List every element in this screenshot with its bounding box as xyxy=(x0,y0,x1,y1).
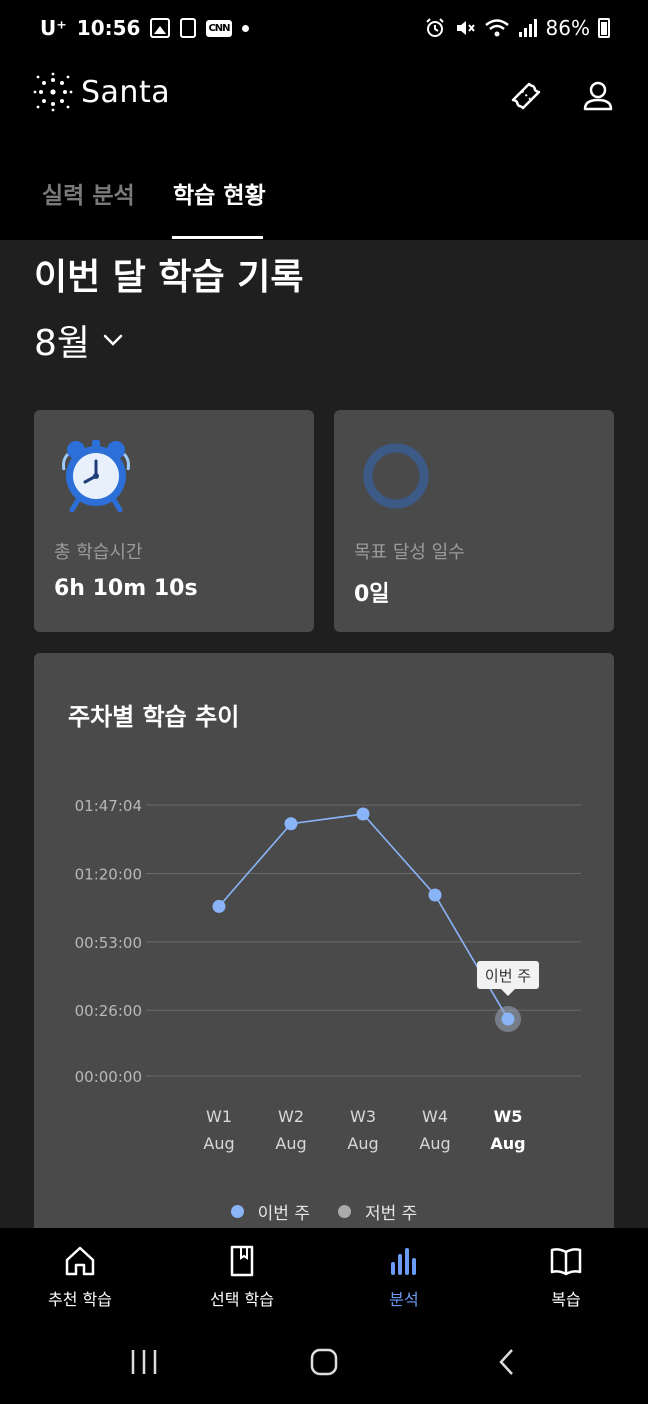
data-point xyxy=(212,899,226,913)
tab-skill-analysis[interactable]: 실력 분석 xyxy=(42,176,135,210)
goal-days-label: 목표 달성 일수 xyxy=(354,542,465,563)
profile-icon[interactable] xyxy=(578,76,618,116)
ticket-icon[interactable] xyxy=(505,76,545,116)
x-tick-label: W1 xyxy=(206,1107,232,1126)
data-point xyxy=(356,807,370,821)
chevron-down-icon xyxy=(103,334,123,346)
legend-item-this-week[interactable]: 이번 주 xyxy=(230,1199,310,1224)
home-button-icon[interactable] xyxy=(306,1344,342,1380)
tooltip-pointer xyxy=(501,989,515,997)
clock: 10:56 xyxy=(76,16,141,40)
y-tick-label: 00:00:00 xyxy=(75,1068,142,1086)
series-line-this-week xyxy=(218,813,509,1020)
data-point xyxy=(284,817,298,831)
goal-days-value: 0일 xyxy=(354,582,390,607)
santa-logo-icon xyxy=(33,72,73,112)
nav-analysis[interactable]: 분석 xyxy=(334,1244,474,1310)
tab-bar: 실력 분석 학습 현황 xyxy=(0,138,648,240)
tooltip-label: 이번 주 xyxy=(485,967,531,985)
x-tick-label: W5 xyxy=(494,1107,523,1126)
app-logo[interactable]: Santa xyxy=(33,72,170,112)
recent-apps-icon[interactable] xyxy=(128,1344,160,1380)
goal-ring-icon xyxy=(363,443,429,509)
total-study-time-card: 총 학습시간 6h 10m 10s xyxy=(34,410,314,632)
month-dropdown[interactable]: 8월 xyxy=(34,314,124,366)
app-header: Santa xyxy=(0,58,648,138)
active-tab-indicator xyxy=(172,236,263,239)
x-tick-label: W3 xyxy=(350,1107,376,1126)
bottom-nav: 추천 학습 선택 학습 분석 복습 xyxy=(0,1228,648,1324)
legend-item-last-week[interactable]: 저번 주 xyxy=(338,1199,417,1224)
nav-review[interactable]: 복습 xyxy=(496,1244,636,1310)
weekly-trend-chart[interactable]: 00:00:00 00:26:00 00:53:00 01:20:00 01:47:04… xyxy=(34,653,614,1193)
total-study-time-label: 총 학습시간 xyxy=(54,542,143,563)
system-nav-bar xyxy=(0,1324,648,1404)
nav-label-selected: 선택 학습 xyxy=(210,1290,274,1309)
x-tick-label: W2 xyxy=(278,1107,304,1126)
x-tick-sublabel: Aug xyxy=(419,1134,450,1153)
home-icon xyxy=(65,1246,95,1276)
section-title: 이번 달 학습 기록 xyxy=(34,257,304,298)
legend-label-this-week: 이번 주 xyxy=(257,1204,310,1224)
mute-icon xyxy=(456,21,475,35)
battery-percent: 86% xyxy=(545,16,590,40)
signal-icon xyxy=(518,19,537,37)
alarm-status-icon xyxy=(425,18,444,37)
main-content[interactable]: 이번 달 학습 기록 8월 총 학습시간 6h 10m 10s 목표 달성 일수 xyxy=(0,240,648,1228)
legend-dot-last-week xyxy=(338,1205,351,1218)
more-notifications-dot xyxy=(241,24,249,32)
y-tick-label: 01:47:04 xyxy=(75,797,142,815)
open-book-icon xyxy=(550,1248,582,1276)
data-point xyxy=(501,1012,515,1026)
legend-dot-this-week xyxy=(230,1205,244,1218)
nav-label-analysis: 분석 xyxy=(389,1290,419,1309)
x-tick-sublabel: Aug xyxy=(203,1134,234,1153)
status-bar: U⁺ 10:56 CNN 86% xyxy=(0,0,648,58)
carrier-label: U⁺ xyxy=(40,16,67,40)
total-study-time-value: 6h 10m 10s xyxy=(54,576,198,601)
tab-study-status[interactable]: 학습 현황 xyxy=(173,176,266,210)
month-label: 8월 xyxy=(34,323,91,364)
y-tick-label: 00:53:00 xyxy=(75,934,142,952)
x-tick-sublabel: Aug xyxy=(275,1134,306,1153)
back-icon[interactable] xyxy=(492,1344,522,1380)
nav-label-review: 복습 xyxy=(551,1290,581,1309)
chart-legend: 이번 주 저번 주 xyxy=(34,1199,614,1224)
x-tick-label: W4 xyxy=(422,1107,448,1126)
data-point xyxy=(428,888,442,902)
app-name: Santa xyxy=(81,74,171,110)
wifi-icon xyxy=(484,19,509,37)
nav-recommended-study[interactable]: 추천 학습 xyxy=(10,1244,150,1310)
weekly-trend-card: 주차별 학습 추이 00:00:00 00:26:00 00:53:00 01:20:… xyxy=(34,653,614,1228)
nav-label-recommended: 추천 학습 xyxy=(48,1290,112,1309)
goal-days-card: 목표 달성 일수 0일 xyxy=(334,410,614,632)
bar-chart-icon xyxy=(391,1248,416,1275)
battery-icon xyxy=(598,18,610,38)
x-tick-sublabel: Aug xyxy=(347,1134,378,1153)
x-tick-sublabel: Aug xyxy=(490,1134,525,1153)
alarm-clock-icon xyxy=(62,440,130,513)
y-tick-label: 01:20:00 xyxy=(75,866,142,884)
document-notification-icon xyxy=(180,18,197,38)
legend-label-last-week: 저번 주 xyxy=(365,1204,418,1224)
y-tick-label: 00:26:00 xyxy=(75,1002,142,1020)
cnn-notification-icon: CNN xyxy=(206,19,232,37)
gallery-notification-icon xyxy=(150,18,171,38)
nav-selected-study[interactable]: 선택 학습 xyxy=(172,1244,312,1310)
book-icon xyxy=(230,1245,254,1277)
